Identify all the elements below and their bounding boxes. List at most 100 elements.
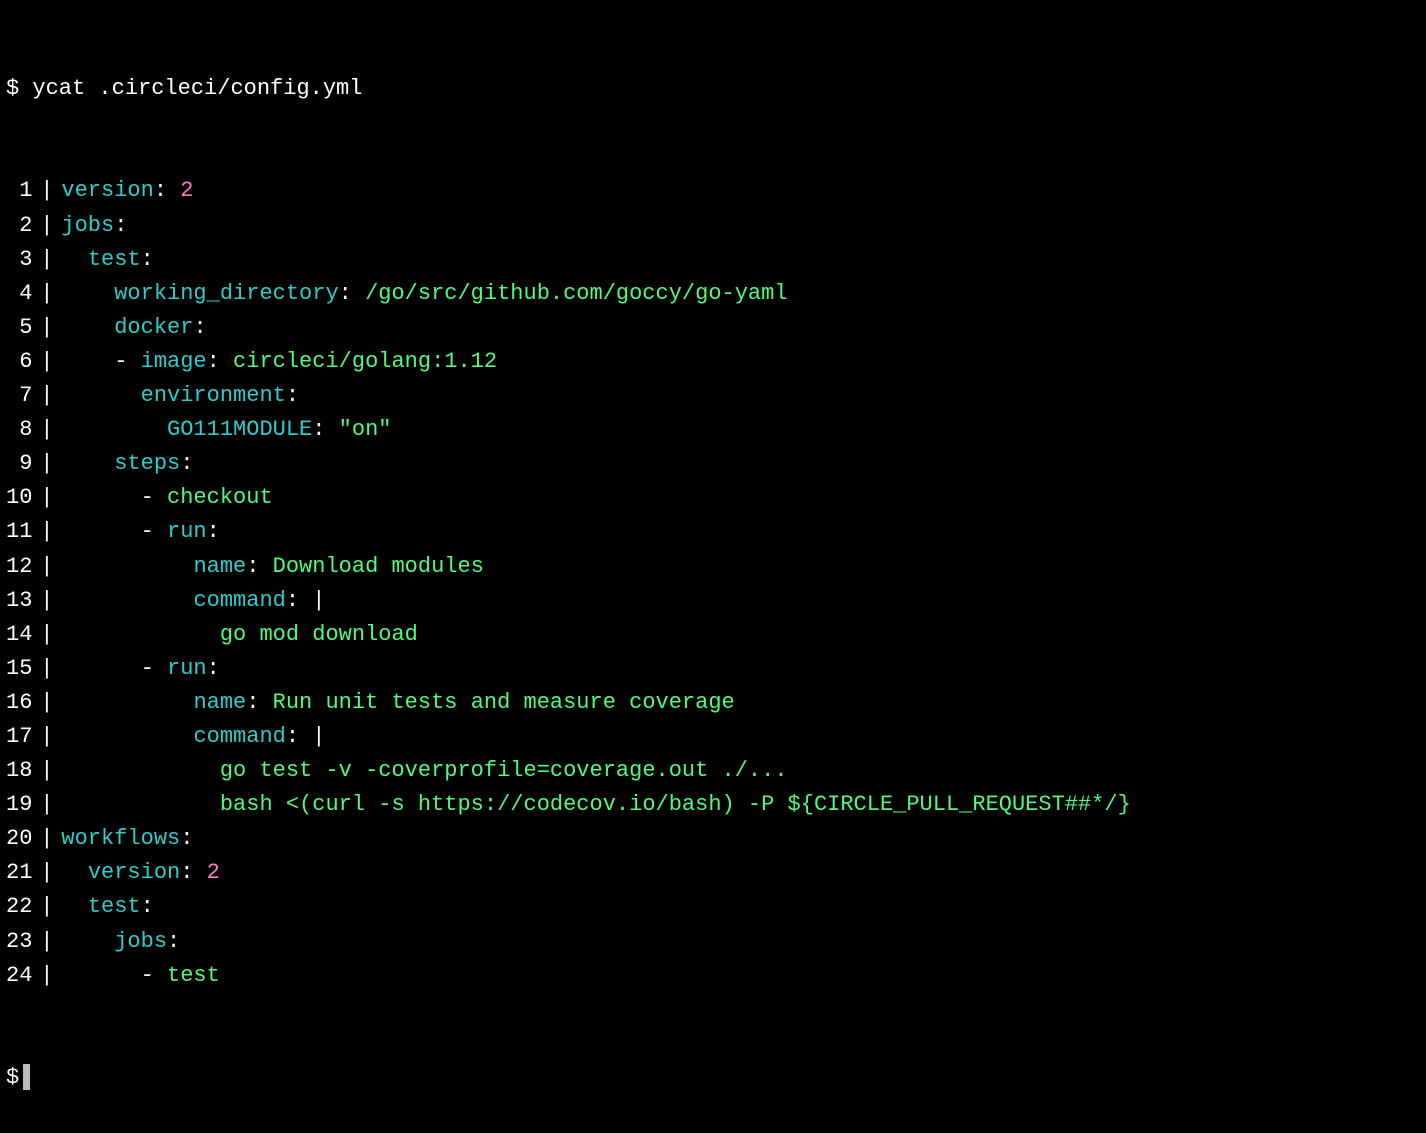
token-key: image	[141, 349, 207, 374]
token-key: test	[88, 247, 141, 272]
line-number: 9	[6, 447, 32, 481]
line-separator: |	[32, 379, 61, 413]
code-line: 2|jobs:	[6, 209, 1420, 243]
line-separator: |	[32, 174, 61, 208]
token-plain: :	[141, 894, 154, 919]
code-line: 17| command: |	[6, 720, 1420, 754]
token-key: steps	[114, 451, 180, 476]
line-content: working_directory: /go/src/github.com/go…	[61, 277, 787, 311]
line-content: jobs:	[61, 209, 127, 243]
code-line: 19| bash <(curl -s https://codecov.io/ba…	[6, 788, 1420, 822]
code-line: 18| go test -v -coverprofile=coverage.ou…	[6, 754, 1420, 788]
line-separator: |	[32, 447, 61, 481]
line-number: 5	[6, 311, 32, 345]
line-separator: |	[32, 481, 61, 515]
line-content: - run:	[61, 652, 219, 686]
command-prompt-line: $ ycat .circleci/config.yml	[6, 72, 1420, 106]
token-plain: :	[207, 349, 233, 374]
line-number: 18	[6, 754, 32, 788]
token-string: /go/src/github.com/goccy/go-yaml	[365, 281, 787, 306]
token-plain: -	[141, 519, 167, 544]
line-separator: |	[32, 243, 61, 277]
token-string: Download modules	[273, 554, 484, 579]
line-content: test:	[61, 243, 153, 277]
line-number: 15	[6, 652, 32, 686]
code-line: 20|workflows:	[6, 822, 1420, 856]
line-separator: |	[32, 890, 61, 924]
token-key: name	[193, 554, 246, 579]
line-content: steps:	[61, 447, 193, 481]
line-content: go mod download	[61, 618, 417, 652]
terminal-output[interactable]: $ ycat .circleci/config.yml 1|version: 2…	[0, 0, 1426, 1133]
token-plain: :	[286, 724, 312, 749]
token-key: jobs	[61, 213, 114, 238]
token-key: jobs	[114, 929, 167, 954]
line-number: 11	[6, 515, 32, 549]
code-line: 6| - image: circleci/golang:1.12	[6, 345, 1420, 379]
code-line: 11| - run:	[6, 515, 1420, 549]
line-number: 23	[6, 925, 32, 959]
code-line: 12| name: Download modules	[6, 550, 1420, 584]
line-separator: |	[32, 652, 61, 686]
line-separator: |	[32, 856, 61, 890]
line-number: 20	[6, 822, 32, 856]
line-content: version: 2	[61, 856, 219, 890]
line-number: 22	[6, 890, 32, 924]
line-content: workflows:	[61, 822, 193, 856]
token-plain: -	[141, 485, 167, 510]
line-content: test:	[61, 890, 153, 924]
line-separator: |	[32, 925, 61, 959]
code-line: 5| docker:	[6, 311, 1420, 345]
line-content: GO111MODULE: "on"	[61, 413, 391, 447]
token-plain: -	[141, 963, 167, 988]
token-key: test	[88, 894, 141, 919]
command-text: ycat .circleci/config.yml	[32, 76, 362, 101]
line-separator: |	[32, 311, 61, 345]
token-key: environment	[141, 383, 286, 408]
token-key: workflows	[61, 826, 180, 851]
token-key: version	[61, 178, 153, 203]
next-prompt-line[interactable]: $	[6, 1061, 1420, 1095]
token-plain: -	[141, 656, 167, 681]
line-separator: |	[32, 515, 61, 549]
token-plain: :	[180, 826, 193, 851]
code-line: 24| - test	[6, 959, 1420, 993]
line-separator: |	[32, 584, 61, 618]
cursor-icon	[23, 1064, 31, 1090]
line-number: 7	[6, 379, 32, 413]
line-number: 13	[6, 584, 32, 618]
line-separator: |	[32, 277, 61, 311]
code-line: 16| name: Run unit tests and measure cov…	[6, 686, 1420, 720]
token-string: circleci/golang:1.12	[233, 349, 497, 374]
token-string: test	[167, 963, 220, 988]
line-number: 4	[6, 277, 32, 311]
token-key: name	[193, 690, 246, 715]
line-separator: |	[32, 686, 61, 720]
code-line: 8| GO111MODULE: "on"	[6, 413, 1420, 447]
token-key: command	[193, 588, 285, 613]
line-number: 24	[6, 959, 32, 993]
token-plain: -	[114, 349, 140, 374]
code-line: 3| test:	[6, 243, 1420, 277]
token-plain: :	[180, 451, 193, 476]
line-number: 17	[6, 720, 32, 754]
line-separator: |	[32, 720, 61, 754]
code-line: 7| environment:	[6, 379, 1420, 413]
token-plain: :	[114, 213, 127, 238]
line-number: 19	[6, 788, 32, 822]
code-line: 22| test:	[6, 890, 1420, 924]
token-plain: :	[207, 656, 220, 681]
code-line: 1|version: 2	[6, 174, 1420, 208]
code-line: 4| working_directory: /go/src/github.com…	[6, 277, 1420, 311]
line-number: 12	[6, 550, 32, 584]
line-number: 8	[6, 413, 32, 447]
line-content: environment:	[61, 379, 299, 413]
code-line: 13| command: |	[6, 584, 1420, 618]
line-separator: |	[32, 209, 61, 243]
line-content: command: |	[61, 584, 325, 618]
line-separator: |	[32, 413, 61, 447]
line-separator: |	[32, 822, 61, 856]
line-content: docker:	[61, 311, 206, 345]
token-key: docker	[114, 315, 193, 340]
line-content: - image: circleci/golang:1.12	[61, 345, 497, 379]
